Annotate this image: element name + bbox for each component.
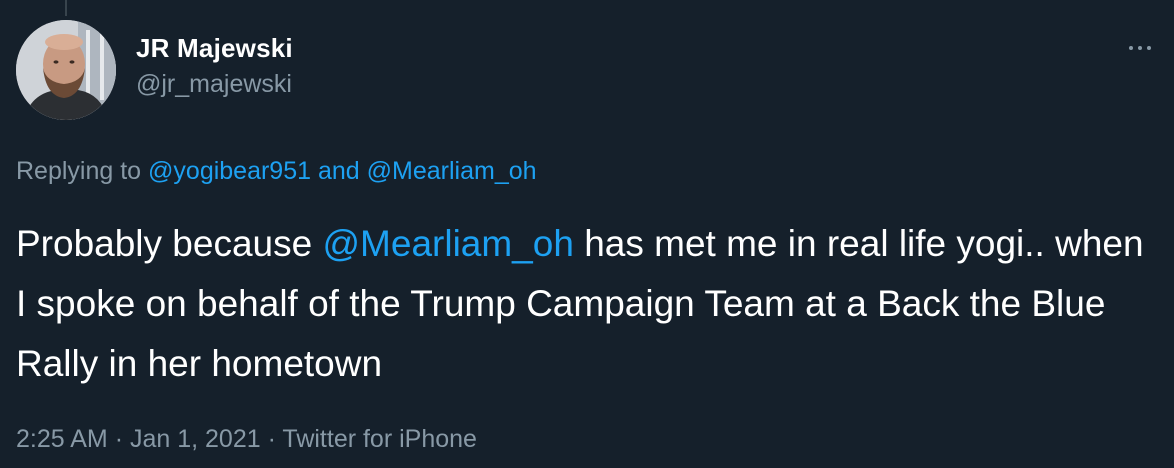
- author-display-name[interactable]: JR Majewski: [136, 32, 293, 64]
- avatar-photo: [16, 20, 116, 120]
- ellipsis-icon: [1129, 46, 1133, 50]
- tweet-time[interactable]: 2:25 AM: [16, 425, 108, 453]
- reply-context-prefix: Replying to: [16, 157, 142, 185]
- meta-separator: ·: [114, 425, 124, 453]
- tweet-text-mention[interactable]: @Mearliam_oh: [322, 223, 573, 264]
- reply-mention-yogibear951[interactable]: @yogibear951: [148, 157, 311, 185]
- ellipsis-icon-dot: [1138, 46, 1142, 50]
- reply-mention-mearliam-oh[interactable]: @Mearliam_oh: [367, 157, 537, 185]
- tweet-date[interactable]: Jan 1, 2021: [130, 425, 261, 453]
- more-options-button[interactable]: [1120, 36, 1160, 60]
- tweet-source[interactable]: Twitter for iPhone: [282, 425, 477, 453]
- avatar[interactable]: [16, 20, 116, 120]
- reply-context-conjunction[interactable]: and: [318, 157, 360, 185]
- author-handle[interactable]: @jr_majewski: [136, 68, 293, 100]
- tweet-text: Probably because @Mearliam_oh has met me…: [16, 214, 1146, 394]
- tweet-text-start: Probably because: [16, 223, 323, 264]
- tweet-author[interactable]: JR Majewski @jr_majewski: [136, 32, 293, 100]
- tweet-metadata: 2:25 AM · Jan 1, 2021 · Twitter for iPho…: [16, 422, 477, 456]
- thread-connector-line: [65, 0, 67, 16]
- reply-context: Replying to @yogibear951 and @Mearliam_o…: [16, 154, 537, 188]
- meta-separator: ·: [267, 425, 276, 453]
- ellipsis-icon-dot: [1147, 46, 1151, 50]
